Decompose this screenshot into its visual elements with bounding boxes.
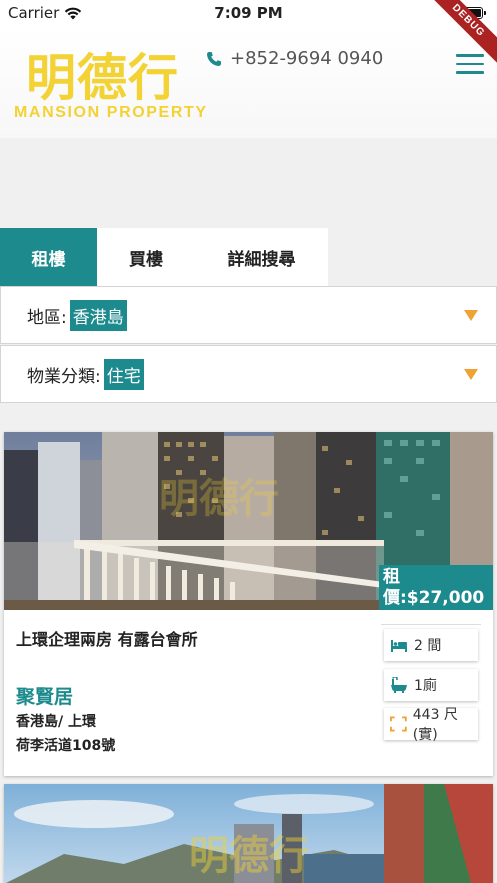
tab-buy[interactable]: 買樓 xyxy=(97,228,195,286)
photo-watermark: 明德行 xyxy=(189,832,309,879)
area-feature: 443 尺(實) xyxy=(384,707,478,743)
bathrooms-feature: 1廁 xyxy=(384,669,478,701)
tab-rent[interactable]: 租樓 xyxy=(0,228,97,286)
logo-english[interactable]: MANSION PROPERTY xyxy=(14,104,208,122)
phone-number: +852-9694 0940 xyxy=(230,48,384,69)
caret-down-icon xyxy=(464,369,478,380)
category-dropdown[interactable]: 物業分類: 住宅 xyxy=(0,345,497,403)
price-tag: 租價:$27,000 xyxy=(379,565,493,610)
region-dropdown[interactable]: 地區: 香港島 xyxy=(0,286,497,344)
category-label: 物業分類: xyxy=(27,366,101,387)
hamburger-menu-icon[interactable] xyxy=(456,54,484,76)
features-divider xyxy=(381,624,481,625)
area-expand-icon xyxy=(390,716,407,732)
region-value: 香港島 xyxy=(69,299,127,331)
bedrooms-count: 2 間 xyxy=(414,638,442,654)
category-value: 住宅 xyxy=(103,358,144,390)
caret-down-icon xyxy=(464,310,478,321)
street-address: 荷李活道108號 xyxy=(16,738,116,754)
phone-icon xyxy=(207,51,221,66)
listing-title: 上環企理兩房 有露台會所 xyxy=(16,630,198,649)
area-size: 443 尺(實) xyxy=(412,707,458,743)
bed-icon xyxy=(391,640,407,652)
phone-link[interactable]: +852-9694 0940 xyxy=(206,48,383,69)
bathrooms-count: 1廁 xyxy=(414,678,437,694)
search-tabs: 租樓 買樓 詳細搜尋 xyxy=(0,228,328,286)
district: 香港島/ 上環 xyxy=(16,714,96,730)
estate-name: 聚賢居 xyxy=(16,686,74,708)
clock: 7:09 PM xyxy=(214,4,283,22)
listing-photo: 明德行 租價:$27,000 xyxy=(4,432,493,610)
status-bar: Carrier 7:09 PM xyxy=(0,0,497,26)
tab-advanced-search[interactable]: 詳細搜尋 xyxy=(195,228,328,286)
logo-chinese[interactable]: 明德行 xyxy=(26,38,179,110)
bathtub-icon xyxy=(391,677,407,693)
listing-card[interactable]: 明德行 租價:$27,000 上環企理兩房 有露台會所 聚賢居 香港島/ 上環 … xyxy=(4,432,493,776)
photo-watermark: 明德行 xyxy=(159,475,279,522)
bedrooms-feature: 2 間 xyxy=(384,629,478,661)
listing-card[interactable]: 明德行 xyxy=(4,784,493,883)
region-label: 地區: xyxy=(27,307,67,328)
listing-photo: 明德行 xyxy=(4,784,493,883)
app-header: 明德行 MANSION PROPERTY +852-9694 0940 xyxy=(0,26,497,138)
